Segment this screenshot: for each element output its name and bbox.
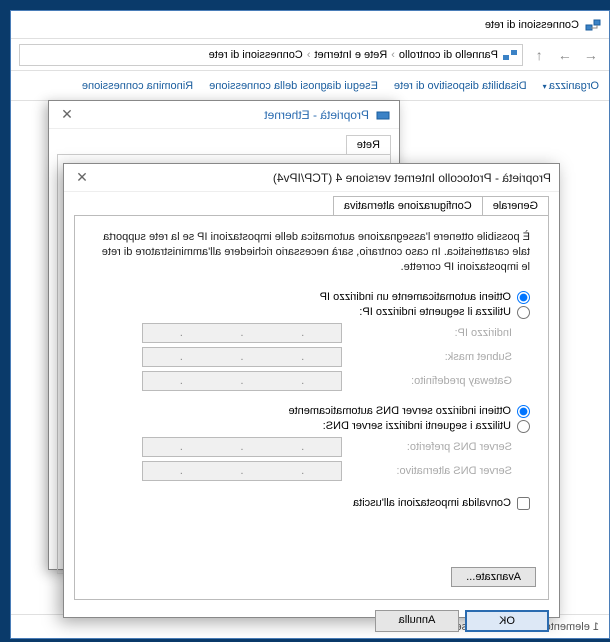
cancel-button[interactable]: Annulla (375, 610, 459, 632)
validate-checkbox[interactable] (517, 497, 530, 510)
tab-network[interactable]: Rete (346, 135, 391, 154)
network-connections-icon (585, 17, 601, 33)
radio-auto-ip-label: Ottieni automaticamente un indirizzo IP (320, 291, 511, 303)
dialog-titlebar: Proprietà - Ethernet ✕ (49, 101, 399, 129)
tab-alt-config[interactable]: Configurazione alternativa (333, 196, 483, 215)
validate-label: Convalida impostazioni all'uscita (353, 497, 511, 509)
path-root[interactable]: Pannello di controllo (399, 49, 498, 61)
subnet-mask-input[interactable]: ... (142, 347, 342, 367)
dialog-title: Proprietà - Protocollo Internet versione… (273, 171, 551, 185)
tab-strip: Rete (49, 129, 399, 154)
adapter-icon (375, 107, 391, 123)
diagnose-button[interactable]: Esegui diagnosi della connessione (209, 80, 378, 92)
ip-address-input[interactable]: ... (142, 323, 342, 343)
radio-manual-ip[interactable] (517, 306, 530, 319)
radio-manual-ip-label: Utilizza il seguente indirizzo IP: (359, 306, 511, 318)
subnet-mask-label: Subnet mask: (342, 351, 512, 363)
gateway-label: Gateway predefinito: (342, 375, 512, 387)
dialog-titlebar: Proprietà - Protocollo Internet versione… (64, 164, 559, 192)
chevron-right-icon: › (391, 49, 395, 61)
rename-button[interactable]: Rinomina connessione (82, 80, 193, 92)
radio-auto-ip[interactable] (517, 291, 530, 304)
radio-auto-dns-label: Ottieni indirizzo server DNS automaticam… (288, 405, 511, 417)
close-button[interactable]: ✕ (72, 169, 92, 186)
gateway-input[interactable]: ... (142, 371, 342, 391)
command-bar: Organizza Disabilita dispositivo di rete… (11, 71, 609, 101)
tab-strip: Generale Configurazione alternativa (64, 192, 559, 215)
titlebar: Connessioni di rete (11, 11, 609, 39)
forward-button[interactable]: → (555, 47, 575, 63)
breadcrumb[interactable]: Pannello di controllo › Rete e Internet … (19, 44, 523, 66)
advanced-button[interactable]: Avanzate... (451, 567, 536, 587)
back-button[interactable]: ← (581, 47, 601, 63)
dialog-footer: OK Annulla (64, 610, 559, 642)
window-title: Connessioni di rete (485, 19, 579, 31)
dns-alternate-label: Server DNS alternativo: (342, 465, 512, 477)
ipv4-properties-dialog: Proprietà - Protocollo Internet versione… (63, 163, 560, 618)
tab-general[interactable]: Generale (482, 196, 549, 215)
radio-auto-dns[interactable] (517, 405, 530, 418)
dns-alternate-input[interactable]: ... (142, 461, 342, 481)
path-icon (502, 47, 518, 63)
general-panel: È possibile ottenere l'assegnazione auto… (74, 215, 549, 600)
disable-device-button[interactable]: Disabilita dispositivo di rete (394, 80, 527, 92)
path-leaf[interactable]: Connessioni di rete (209, 49, 303, 61)
radio-manual-dns[interactable] (517, 420, 530, 433)
path-mid[interactable]: Rete e Internet (314, 49, 387, 61)
address-bar-row: ← → ↑ Pannello di controllo › Rete e Int… (11, 39, 609, 71)
ok-button[interactable]: OK (465, 610, 549, 632)
dialog-title: Proprietà - Ethernet (264, 108, 369, 122)
up-button[interactable]: ↑ (529, 47, 549, 63)
organize-menu[interactable]: Organizza (543, 80, 599, 92)
close-button[interactable]: ✕ (57, 106, 77, 123)
description-text: È possibile ottenere l'assegnazione auto… (93, 230, 530, 275)
dns-preferred-input[interactable]: ... (142, 437, 342, 457)
dns-preferred-label: Server DNS preferito: (342, 441, 512, 453)
radio-manual-dns-label: Utilizza i seguenti indirizzi server DNS… (323, 420, 511, 432)
chevron-right-icon: › (307, 49, 311, 61)
ip-address-label: Indirizzo IP: (342, 327, 512, 339)
